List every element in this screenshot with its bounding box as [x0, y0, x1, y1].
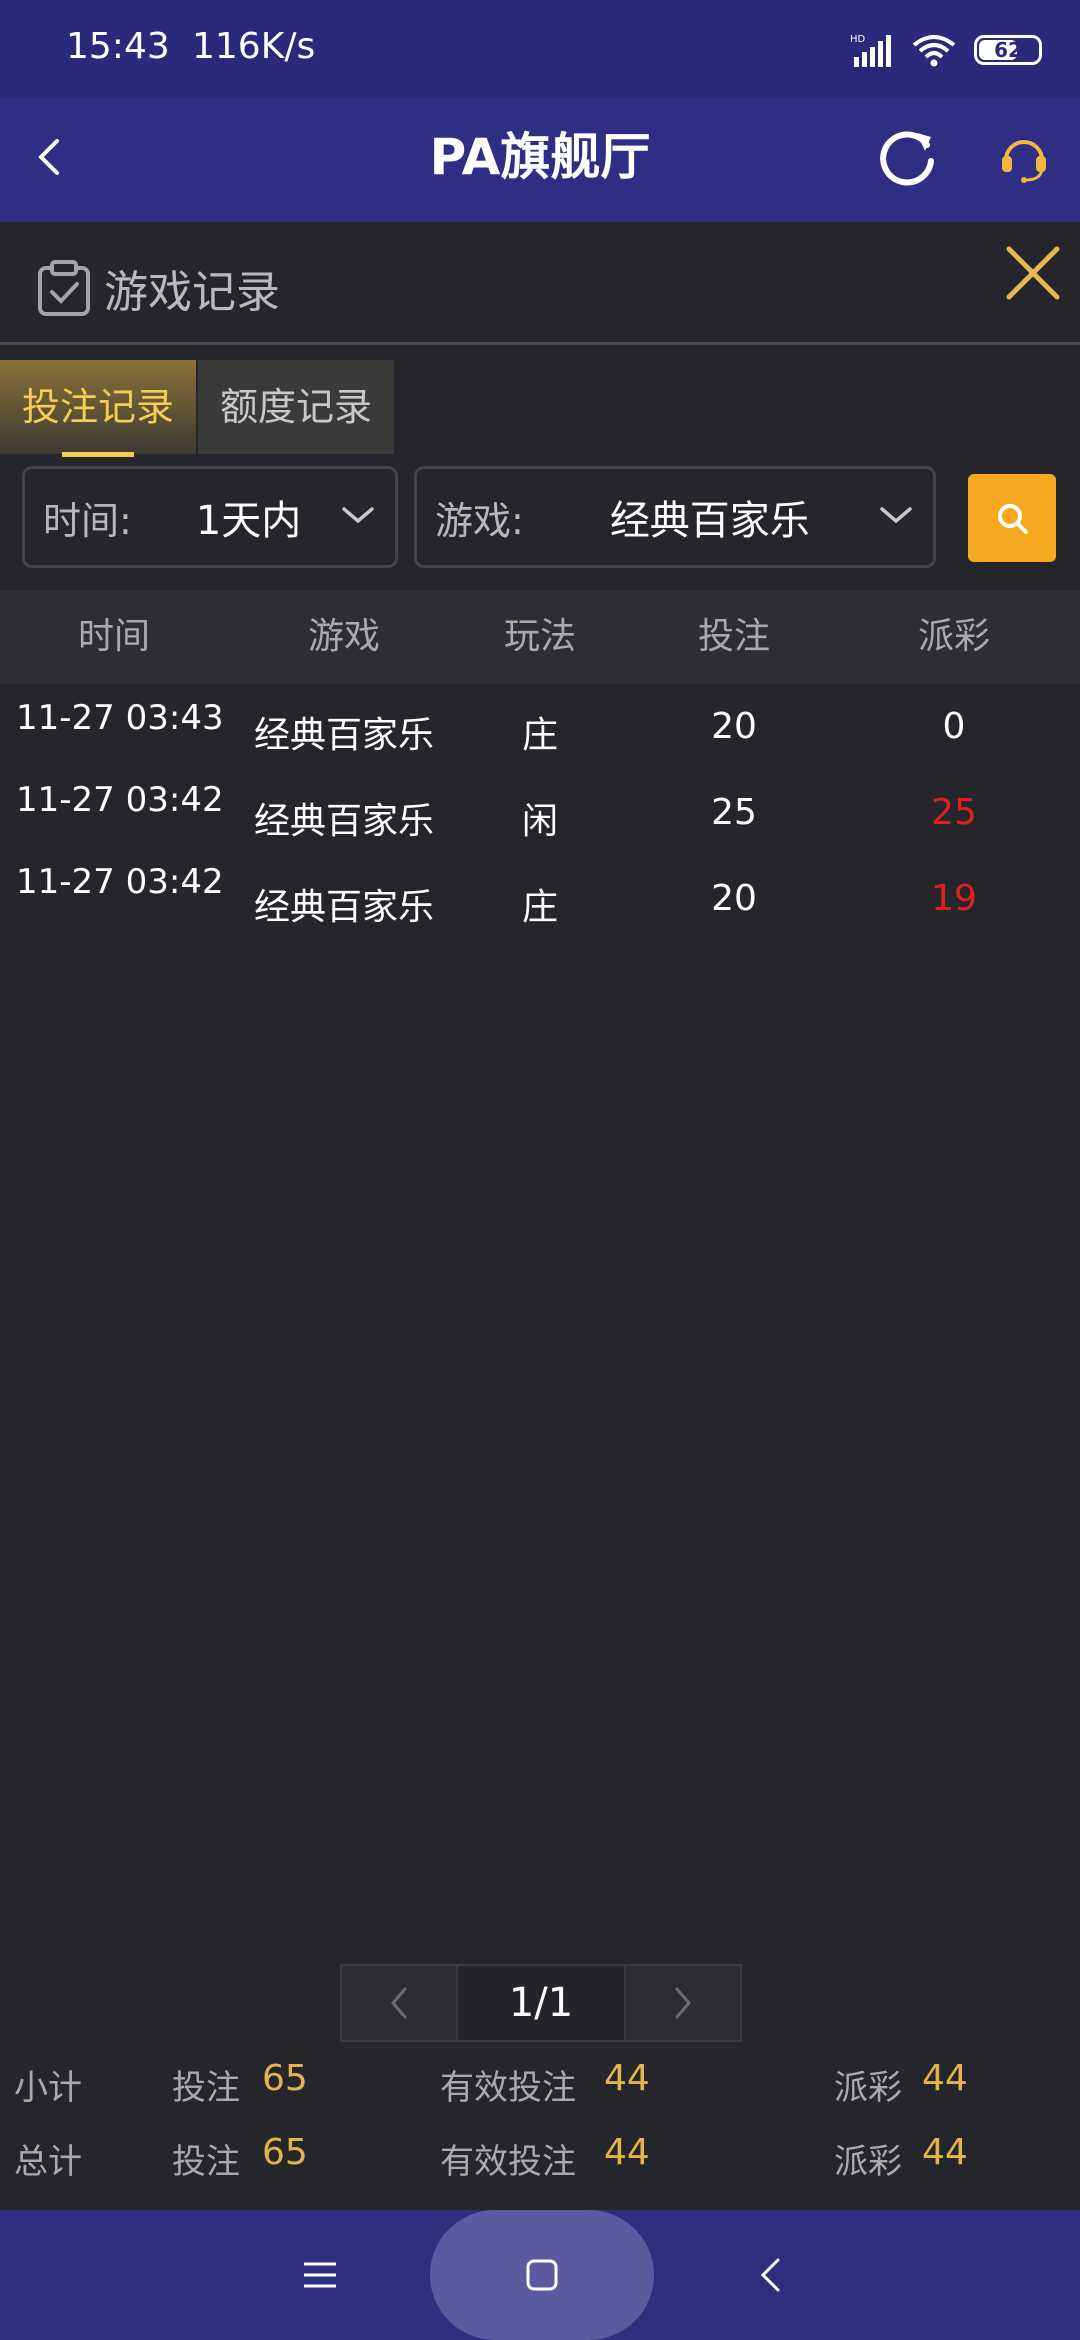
refresh-icon — [880, 131, 934, 186]
status-time: 15:43 — [66, 26, 170, 67]
wifi-icon — [912, 35, 956, 67]
row-play: 庄 — [521, 887, 558, 928]
system-back-button[interactable] — [720, 2210, 820, 2340]
subtotal-bet-value: 65 — [262, 2058, 308, 2099]
chevron-down-icon — [880, 507, 912, 524]
close-icon — [1006, 246, 1060, 300]
total-payout-value: 44 — [922, 2132, 968, 2173]
chevron-right-icon — [675, 1987, 691, 2019]
search-button[interactable] — [968, 474, 1056, 562]
column-header-play: 玩法 — [503, 616, 576, 657]
column-header-game: 游戏 — [307, 616, 380, 657]
next-page-button[interactable] — [626, 1966, 740, 2040]
subtotal-label: 小计 — [14, 2068, 82, 2108]
total-label: 总计 — [14, 2142, 82, 2182]
signal-icon: HD — [850, 34, 891, 67]
back-arrow-icon — [760, 2258, 780, 2292]
battery-level: 62 — [994, 38, 1022, 62]
back-arrow-icon — [38, 139, 59, 175]
clipboard-check-icon — [38, 260, 90, 316]
subtotal-payout-label: 派彩 — [834, 2068, 902, 2108]
total-payout-label: 派彩 — [834, 2142, 902, 2182]
subtotal-bet-label: 投注 — [172, 2068, 240, 2108]
active-tab-indicator — [62, 452, 134, 457]
row-payout: 25 — [931, 792, 977, 833]
row-game: 经典百家乐 — [253, 715, 434, 756]
row-time: 11-27 03:43 — [16, 698, 224, 738]
row-play: 闲 — [521, 801, 558, 842]
chevron-down-icon — [342, 507, 374, 524]
row-time: 11-27 03:42 — [16, 780, 224, 820]
total-valid-value: 44 — [604, 2132, 650, 2173]
game-filter-value: 经典百家乐 — [609, 498, 810, 544]
status-icons: HD 62 — [850, 30, 1042, 70]
column-header-bet: 投注 — [697, 616, 770, 657]
column-header-payout: 派彩 — [917, 616, 990, 657]
total-bet-label: 投注 — [172, 2142, 240, 2182]
row-payout: 0 — [942, 706, 966, 747]
home-square-icon — [526, 2259, 558, 2291]
row-payout: 19 — [931, 878, 977, 919]
chevron-left-icon — [391, 1987, 407, 2019]
subtotal-payout-value: 44 — [922, 2058, 968, 2099]
battery-icon: 62 — [974, 35, 1042, 65]
pagination: 1/1 — [340, 1964, 742, 2042]
time-filter-select[interactable]: 时间: 1天内 — [22, 466, 398, 568]
section-title: 游戏记录 — [104, 267, 280, 318]
close-button[interactable] — [1000, 240, 1066, 306]
search-icon — [998, 504, 1028, 534]
column-header-time: 时间 — [77, 616, 150, 657]
table-row: 11-27 03:42 经典百家乐 闲 25 25 — [0, 776, 1080, 856]
row-game: 经典百家乐 — [253, 801, 434, 842]
page-indicator: 1/1 — [456, 1966, 626, 2040]
home-button[interactable] — [492, 2210, 592, 2340]
back-button[interactable] — [18, 112, 78, 202]
status-network-speed: 116K/s — [192, 26, 316, 67]
time-filter-label: 时间: — [43, 498, 132, 543]
prev-page-button[interactable] — [342, 1966, 456, 2040]
row-bet: 20 — [711, 878, 757, 919]
row-bet: 25 — [711, 792, 757, 833]
customer-support-button[interactable] — [986, 120, 1062, 196]
svg-text:HD: HD — [850, 34, 866, 45]
subtotal-row: 小计 投注 65 有效投注 44 派彩 44 — [0, 2056, 1080, 2108]
game-filter-select[interactable]: 游戏: 经典百家乐 — [414, 466, 936, 568]
time-filter-value: 1天内 — [195, 498, 302, 544]
game-filter-label: 游戏: — [435, 498, 524, 543]
total-row: 总计 投注 65 有效投注 44 派彩 44 — [0, 2130, 1080, 2182]
menu-icon — [304, 2262, 336, 2288]
headset-icon — [1002, 140, 1046, 183]
row-bet: 20 — [711, 706, 757, 747]
row-play: 庄 — [521, 715, 558, 756]
row-game: 经典百家乐 — [253, 887, 434, 928]
table-row: 11-27 03:43 经典百家乐 庄 20 0 — [0, 690, 1080, 770]
refresh-button[interactable] — [870, 120, 946, 196]
table-row: 11-27 03:42 经典百家乐 庄 20 19 — [0, 862, 1080, 942]
row-time: 11-27 03:42 — [16, 862, 224, 902]
subtotal-valid-label: 有效投注 — [440, 2068, 576, 2108]
total-bet-value: 65 — [262, 2132, 308, 2173]
total-valid-label: 有效投注 — [440, 2142, 576, 2182]
subtotal-valid-value: 44 — [604, 2058, 650, 2099]
tab-credit-records[interactable]: 额度记录 — [198, 360, 394, 454]
tab-bet-records[interactable]: 投注记录 — [0, 360, 196, 454]
recent-apps-button[interactable] — [270, 2210, 370, 2340]
